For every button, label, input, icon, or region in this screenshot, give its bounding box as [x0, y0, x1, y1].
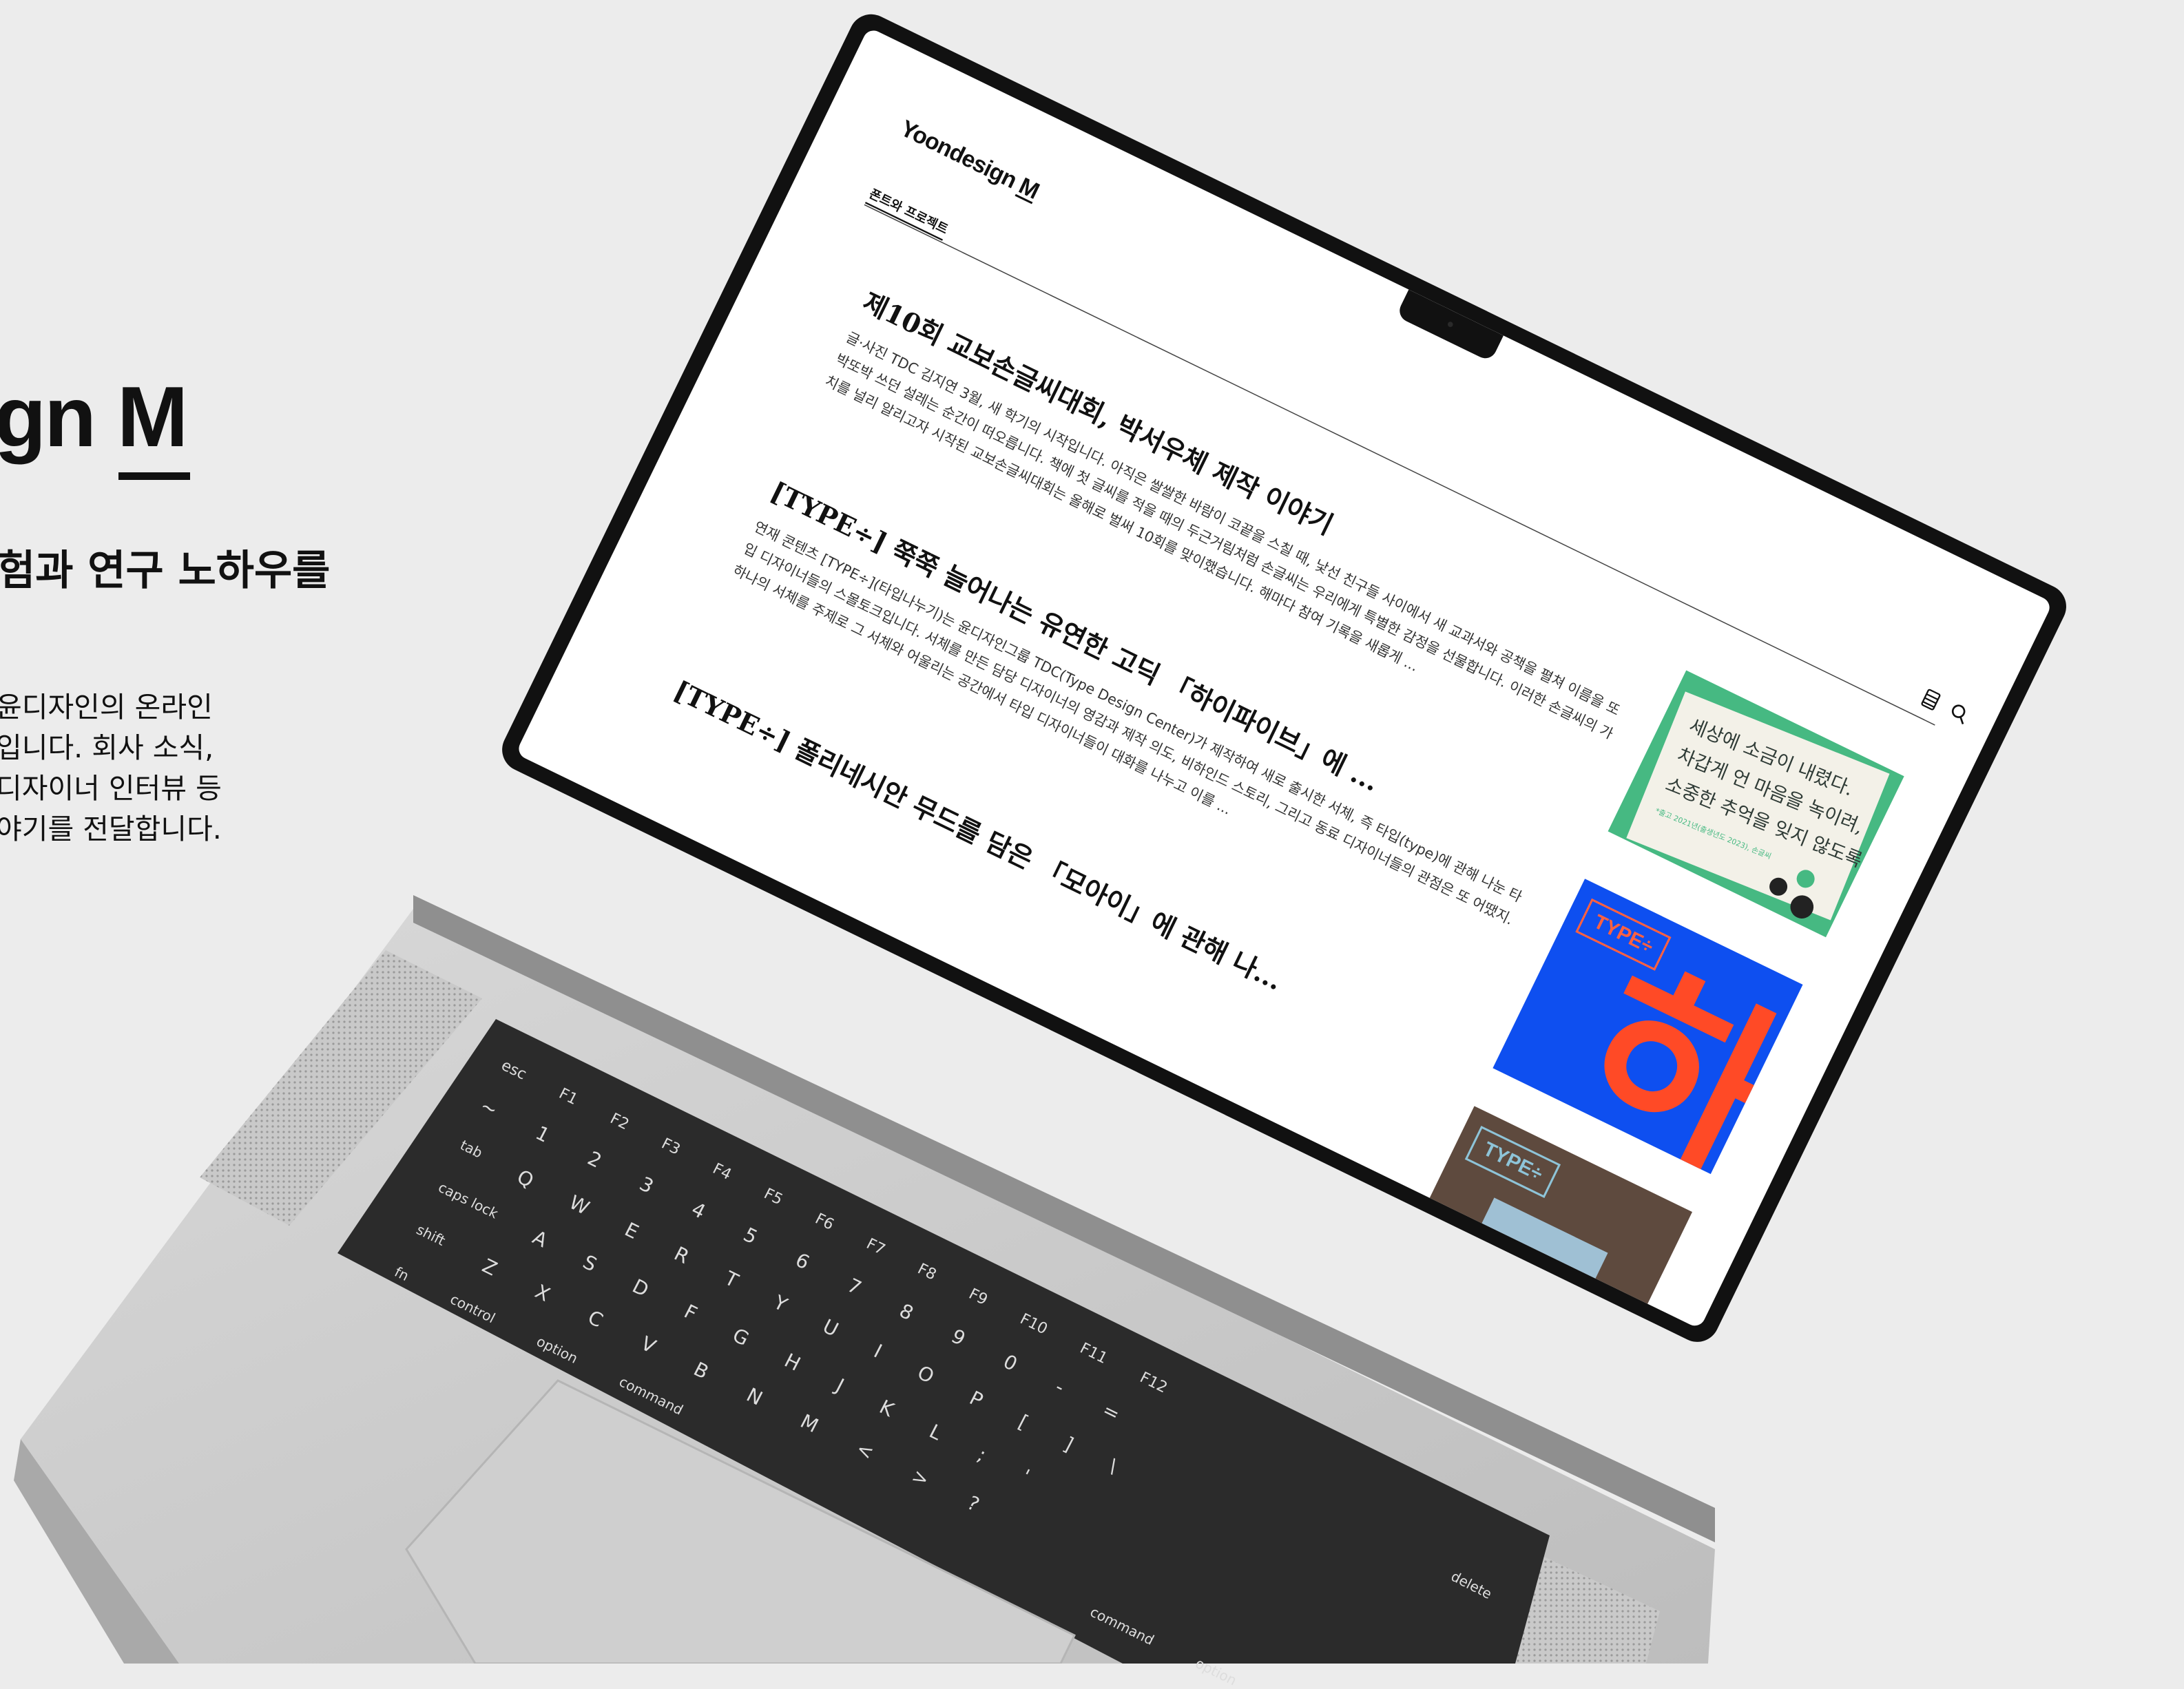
- site-logo-text: Yoondesign: [896, 115, 1021, 193]
- key-f[interactable]: F: [680, 1300, 701, 1325]
- key-bracket-right[interactable]: ]: [1060, 1432, 1077, 1456]
- key-less-than[interactable]: <: [853, 1437, 877, 1465]
- key-minus[interactable]: -: [1052, 1376, 1068, 1399]
- key-greater-than[interactable]: >: [908, 1464, 933, 1491]
- type-badge: TYPE÷: [1464, 1125, 1561, 1199]
- key-i[interactable]: I: [870, 1340, 886, 1363]
- handwriting-card: 세상에 소금이 내렸다. 차갑게 언 마음을 녹이려, 소중한 추억을 잊지 않…: [1626, 691, 1890, 921]
- key-k[interactable]: K: [876, 1396, 898, 1421]
- key-2[interactable]: 2: [584, 1147, 605, 1173]
- key-q[interactable]: Q: [513, 1165, 537, 1192]
- key-m[interactable]: M: [797, 1409, 822, 1437]
- menu-icon[interactable]: [1915, 684, 1946, 715]
- key-a[interactable]: A: [529, 1226, 551, 1252]
- key-t[interactable]: T: [721, 1267, 742, 1292]
- key-backslash[interactable]: \: [1105, 1454, 1122, 1478]
- key-8[interactable]: 8: [895, 1299, 917, 1325]
- key-x[interactable]: X: [531, 1280, 553, 1306]
- key-equals[interactable]: =: [1099, 1398, 1123, 1426]
- key-o[interactable]: O: [914, 1361, 938, 1388]
- key-l[interactable]: L: [926, 1420, 946, 1445]
- key-v[interactable]: V: [637, 1332, 659, 1358]
- camera-lens: [1446, 321, 1454, 328]
- key-h[interactable]: H: [781, 1349, 804, 1376]
- key-c[interactable]: C: [584, 1306, 607, 1332]
- key-u[interactable]: U: [819, 1314, 842, 1341]
- site-logo-m: M: [1015, 172, 1043, 204]
- article-thumbnail[interactable]: 세상에 소금이 내렸다. 차갑게 언 마음을 녹이려, 소중한 추억을 잊지 않…: [1608, 670, 1904, 938]
- key-6[interactable]: 6: [792, 1248, 813, 1274]
- article-thumbnail[interactable]: TYPE÷ 하: [1493, 879, 1803, 1175]
- hero-glyph: 하: [1545, 931, 1803, 1175]
- key-5[interactable]: 5: [740, 1223, 761, 1248]
- site-logo[interactable]: Yoondesign M: [896, 115, 1043, 204]
- key-e[interactable]: E: [621, 1218, 643, 1244]
- search-icon[interactable]: [1944, 698, 1975, 729]
- key-9[interactable]: 9: [948, 1325, 969, 1350]
- key-n[interactable]: N: [742, 1383, 766, 1410]
- key-caps-lock[interactable]: caps lock: [433, 1179, 501, 1227]
- key-b[interactable]: B: [690, 1358, 712, 1384]
- key-option-right[interactable]: option: [1193, 1655, 1240, 1688]
- key-w[interactable]: W: [565, 1190, 593, 1219]
- key-3[interactable]: 3: [636, 1172, 657, 1197]
- key-g[interactable]: G: [729, 1323, 753, 1350]
- key-s[interactable]: S: [579, 1250, 601, 1276]
- key-bracket-left[interactable]: [: [1015, 1410, 1032, 1434]
- key-z[interactable]: Z: [479, 1255, 501, 1281]
- key-y[interactable]: Y: [770, 1291, 791, 1316]
- key-1[interactable]: 1: [532, 1122, 553, 1147]
- key-question[interactable]: ?: [964, 1491, 984, 1516]
- key-p[interactable]: P: [966, 1387, 986, 1412]
- key-j[interactable]: J: [832, 1374, 848, 1397]
- key-d[interactable]: D: [629, 1274, 653, 1301]
- key-semicolon[interactable]: ;: [974, 1443, 990, 1467]
- key-7[interactable]: 7: [844, 1274, 865, 1299]
- key-quote[interactable]: ': [1018, 1465, 1033, 1488]
- key-0[interactable]: 0: [999, 1350, 1021, 1376]
- key-4[interactable]: 4: [688, 1197, 709, 1223]
- key-r[interactable]: R: [670, 1242, 693, 1268]
